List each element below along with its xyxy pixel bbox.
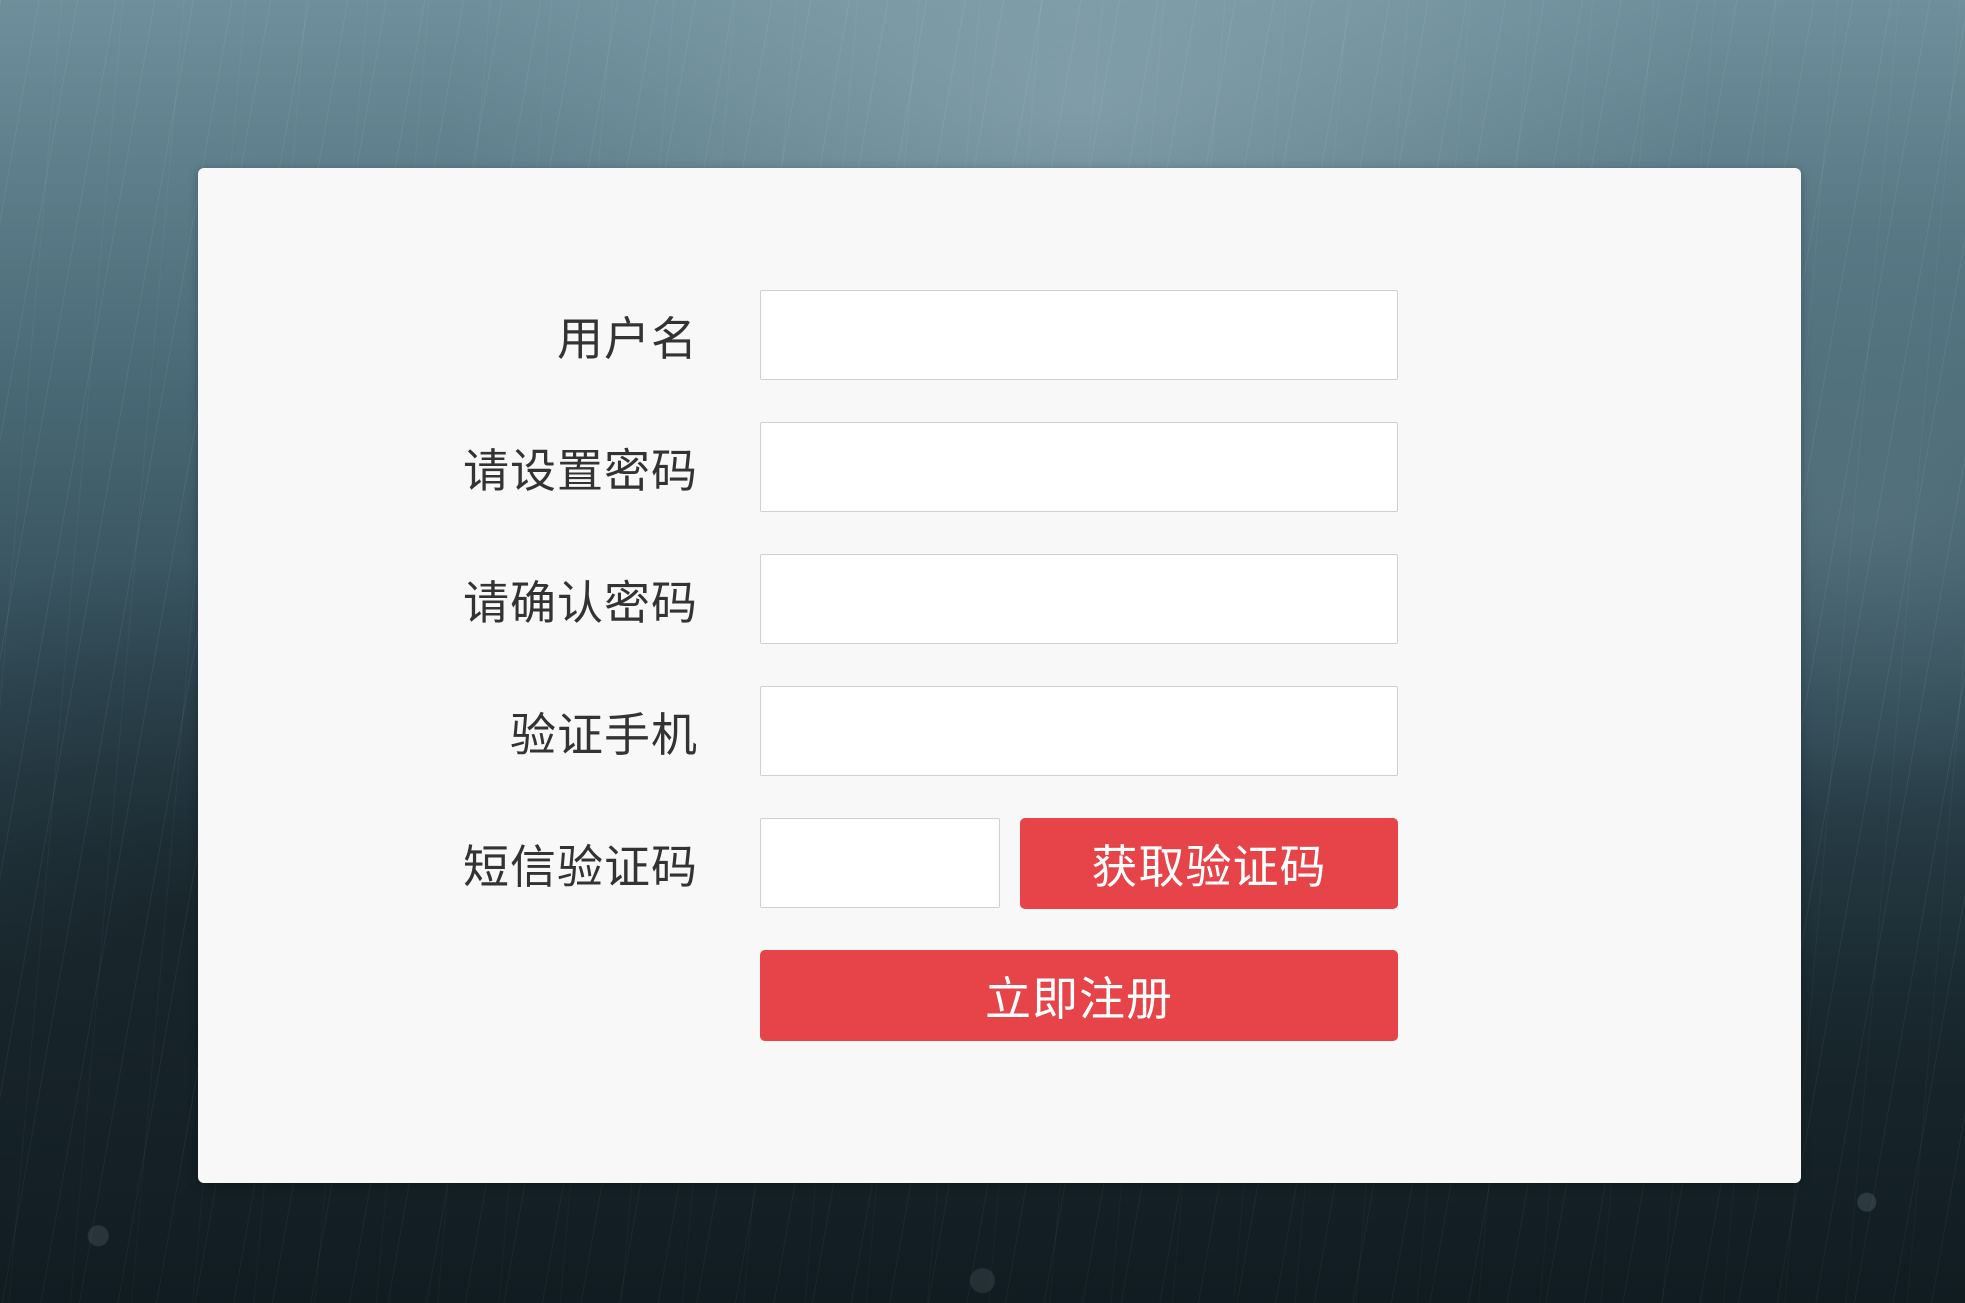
username-row: 用户名	[198, 290, 1801, 382]
confirm-password-row: 请确认密码	[198, 554, 1801, 646]
phone-row: 验证手机	[198, 686, 1801, 778]
username-label: 用户名	[557, 312, 698, 366]
register-row: 立即注册	[198, 950, 1801, 1042]
confirm-password-input[interactable]	[760, 554, 1398, 644]
sms-code-row: 短信验证码 获取验证码	[198, 818, 1801, 910]
password-label: 请设置密码	[463, 444, 698, 498]
sms-code-input[interactable]	[760, 818, 1000, 908]
get-code-button[interactable]: 获取验证码	[1020, 818, 1398, 909]
username-input[interactable]	[760, 290, 1398, 380]
register-card: 用户名 请设置密码 请确认密码 验证手机 短信验证码 获取验证码 立即注册	[198, 168, 1801, 1183]
confirm-password-label: 请确认密码	[463, 576, 698, 630]
password-input[interactable]	[760, 422, 1398, 512]
sms-code-label: 短信验证码	[463, 840, 698, 894]
password-row: 请设置密码	[198, 422, 1801, 514]
register-button[interactable]: 立即注册	[760, 950, 1398, 1041]
phone-input[interactable]	[760, 686, 1398, 776]
phone-label: 验证手机	[510, 708, 698, 762]
